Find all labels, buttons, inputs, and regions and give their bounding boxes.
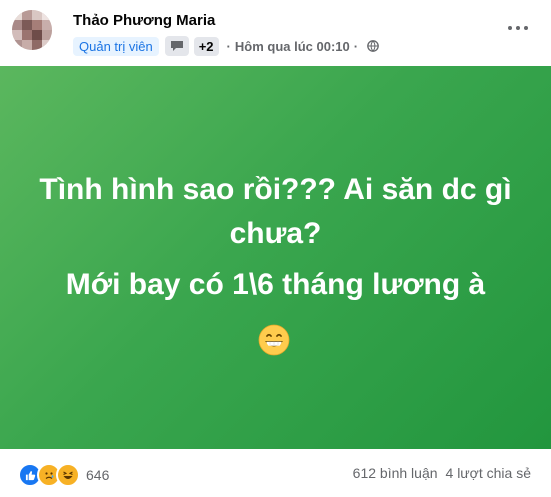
post-text-line-1: Tình hình sao rồi??? Ai săn dc gì chưa? [39,173,512,250]
separator: · [353,38,359,54]
post-header: Thảo Phương Maria Quản trị viên +2 · Hôm… [0,0,551,66]
facebook-post: Thảo Phương Maria Quản trị viên +2 · Hôm… [0,0,551,497]
text-background-canvas: Tình hình sao rồi??? Ai săn dc gì chưa? … [0,66,551,449]
badge-count[interactable]: +2 [193,36,219,56]
haha-icon [56,463,80,487]
post-text-line-2: Mới bay có 1\6 tháng lương à [65,268,486,301]
globe-icon[interactable] [367,40,379,52]
separator: · [226,38,231,54]
post-footer: 646 612 bình luận 4 lượt chia sẻ [0,449,551,497]
reaction-count[interactable]: 646 [86,467,109,483]
post-stats: 612 bình luận 4 lượt chia sẻ [353,465,531,481]
share-count[interactable]: 4 lượt chia sẻ [446,465,531,481]
more-options-icon[interactable] [503,18,533,38]
chat-badge-icon[interactable] [164,36,189,56]
post-timestamp[interactable]: Hôm qua lúc 00:10 [235,39,350,54]
comment-count[interactable]: 612 bình luận [353,465,438,481]
post-meta: Quản trị viên +2 · Hôm qua lúc 00:10 · [73,35,379,57]
reaction-summary[interactable]: 646 [18,463,109,487]
grinning-face-emoji [258,324,290,356]
author-name[interactable]: Thảo Phương Maria [73,12,215,29]
admin-role-badge[interactable]: Quản trị viên [73,36,159,56]
avatar[interactable] [12,10,52,50]
